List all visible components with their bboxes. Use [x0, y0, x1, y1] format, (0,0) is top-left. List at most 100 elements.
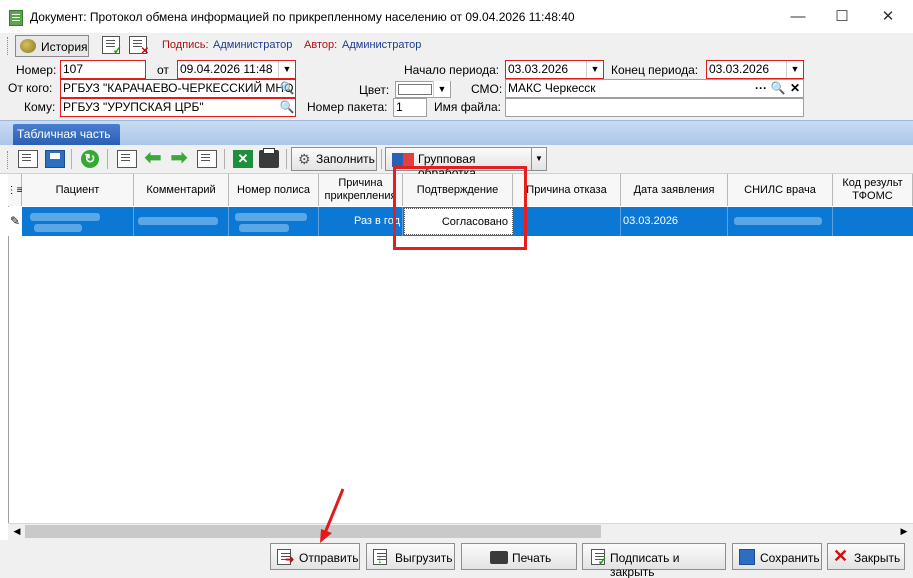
filename-field[interactable]: [505, 98, 804, 117]
date-from-label: от: [157, 63, 169, 77]
period-start-field[interactable]: 03.03.2026 ▼: [505, 60, 604, 79]
cell-tfoms-code[interactable]: [833, 207, 913, 236]
chevron-down-icon[interactable]: ▼: [586, 61, 603, 78]
group-processing-dropdown[interactable]: ▼: [531, 147, 547, 171]
column-header[interactable]: СНИЛС врача: [728, 174, 833, 206]
toolbar-separator: [71, 149, 72, 169]
excel-icon[interactable]: ✕: [233, 150, 253, 168]
move-down-doc-icon[interactable]: [197, 150, 217, 168]
chevron-down-icon[interactable]: ▼: [433, 81, 450, 97]
send-button[interactable]: ➜ Отправить: [270, 543, 360, 570]
redacted-text: [239, 224, 289, 232]
scroll-left-icon[interactable]: ◀: [10, 525, 24, 538]
document-date-value: 09.04.2026 11:48: [180, 62, 273, 76]
smo-field[interactable]: МАКС Черкесск ··· 🔍 ✕: [505, 79, 804, 98]
highlight-annotation: [393, 166, 527, 250]
send-arrow-icon: ➜: [285, 554, 295, 566]
cell-doctor-snils[interactable]: [728, 207, 833, 236]
chevron-down-icon[interactable]: ▼: [278, 61, 295, 78]
tab-strip: [0, 120, 913, 145]
toolbar-grip: [7, 151, 10, 169]
column-chooser-icon[interactable]: ⋮≡: [7, 174, 22, 206]
author-label: Автор:: [304, 39, 338, 51]
maximize-icon[interactable]: ☐: [827, 7, 857, 27]
more-options-icon[interactable]: ···: [753, 80, 769, 97]
close-x-icon: ✕: [833, 546, 849, 566]
toolbar-separator: [224, 149, 225, 169]
color-swatch: [398, 84, 432, 95]
cell-refusal-reason[interactable]: [513, 207, 621, 236]
send-label: Отправить: [299, 551, 359, 565]
arrow-right-icon[interactable]: ➡: [169, 148, 189, 168]
redacted-text: [235, 213, 307, 221]
chevron-down-icon[interactable]: ▼: [786, 61, 803, 78]
print-button[interactable]: Печать: [461, 543, 577, 570]
window-title: Документ: Протокол обмена информацией по…: [30, 10, 575, 24]
column-header[interactable]: Номер полиса: [229, 174, 319, 206]
signature-label: Подпись:: [162, 39, 209, 51]
group-processing-icon: [392, 153, 414, 167]
packet-number-label: Номер пакета:: [307, 100, 388, 114]
tab-table-part[interactable]: Табличная часть: [13, 124, 120, 145]
period-end-value: 03.03.2026: [709, 62, 770, 76]
close-window-icon[interactable]: ✕: [873, 7, 903, 27]
print-label: Печать: [512, 551, 552, 565]
cell-policy-number[interactable]: [229, 207, 319, 236]
column-header[interactable]: Причина отказа: [513, 174, 621, 206]
column-header[interactable]: Дата заявления: [621, 174, 728, 206]
search-icon[interactable]: 🔍: [279, 80, 295, 97]
disk-label-shape: [50, 153, 60, 159]
minimize-icon[interactable]: —: [783, 7, 813, 27]
save-button[interactable]: Сохранить: [732, 543, 822, 570]
filename-label: Имя файла:: [434, 100, 501, 114]
clear-icon[interactable]: ✕: [787, 80, 803, 97]
printer-paper-shape: [263, 148, 275, 154]
search-icon[interactable]: 🔍: [770, 80, 786, 97]
edit-record-icon[interactable]: [18, 150, 38, 168]
cell-comment[interactable]: [134, 207, 229, 236]
save-disk-icon[interactable]: [45, 150, 65, 168]
toolbar-separator: [107, 149, 108, 169]
history-icon: [20, 39, 36, 53]
color-select[interactable]: ▼: [395, 81, 451, 98]
sign-document-icon[interactable]: [102, 36, 122, 57]
move-up-doc-icon[interactable]: [117, 150, 137, 168]
column-header[interactable]: Комментарий: [134, 174, 229, 206]
column-header[interactable]: Код результ ТФОМС: [833, 174, 913, 206]
gear-icon: ⚙: [298, 151, 311, 167]
sign-and-close-button[interactable]: Подписать и закрыть: [582, 543, 726, 578]
from-label: От кого:: [8, 81, 53, 95]
signature-value: Администратор: [213, 39, 293, 51]
printer-icon[interactable]: [259, 148, 279, 168]
period-start-label: Начало периода:: [404, 63, 500, 77]
toolbar-grip: [7, 37, 10, 55]
cell-application-date[interactable]: 03.03.2026: [621, 207, 728, 236]
arrow-left-icon[interactable]: ⬅: [143, 148, 163, 168]
cell-reason[interactable]: Раз в год: [319, 207, 403, 236]
column-header[interactable]: Пациент: [22, 174, 134, 206]
unsign-document-icon[interactable]: [129, 36, 149, 57]
from-field[interactable]: РГБУЗ "КАРАЧАЕВО-ЧЕРКЕССКИЙ МНО 🔍: [60, 79, 296, 98]
row-edit-pencil-icon: ✎: [8, 207, 22, 236]
search-icon[interactable]: 🔍: [279, 99, 295, 116]
from-value: РГБУЗ "КАРАЧАЕВО-ЧЕРКЕССКИЙ МНО: [63, 81, 294, 95]
packet-number-field[interactable]: 1: [393, 98, 427, 117]
document-date-field[interactable]: 09.04.2026 11:48 ▼: [177, 60, 296, 79]
close-button[interactable]: ✕ Закрыть: [827, 543, 905, 570]
to-field[interactable]: РГБУЗ "УРУПСКАЯ ЦРБ" 🔍: [60, 98, 296, 117]
number-label: Номер:: [16, 63, 57, 77]
history-button[interactable]: История: [15, 35, 89, 57]
column-header[interactable]: Причина прикрепления: [319, 174, 403, 206]
color-label: Цвет:: [359, 83, 390, 97]
scroll-right-icon[interactable]: ▶: [897, 525, 911, 538]
smo-value: МАКС Черкесск: [508, 81, 596, 95]
red-pointer-arrow: [320, 488, 345, 543]
period-end-field[interactable]: 03.03.2026 ▼: [706, 60, 804, 79]
refresh-icon[interactable]: ↻: [81, 150, 99, 168]
export-button[interactable]: ↓ Выгрузить: [366, 543, 455, 570]
to-label: Кому:: [24, 100, 56, 114]
fill-button[interactable]: ⚙ Заполнить: [291, 147, 377, 171]
fill-label: Заполнить: [316, 152, 375, 166]
cell-patient[interactable]: [22, 207, 134, 236]
number-field[interactable]: 107: [60, 60, 146, 79]
